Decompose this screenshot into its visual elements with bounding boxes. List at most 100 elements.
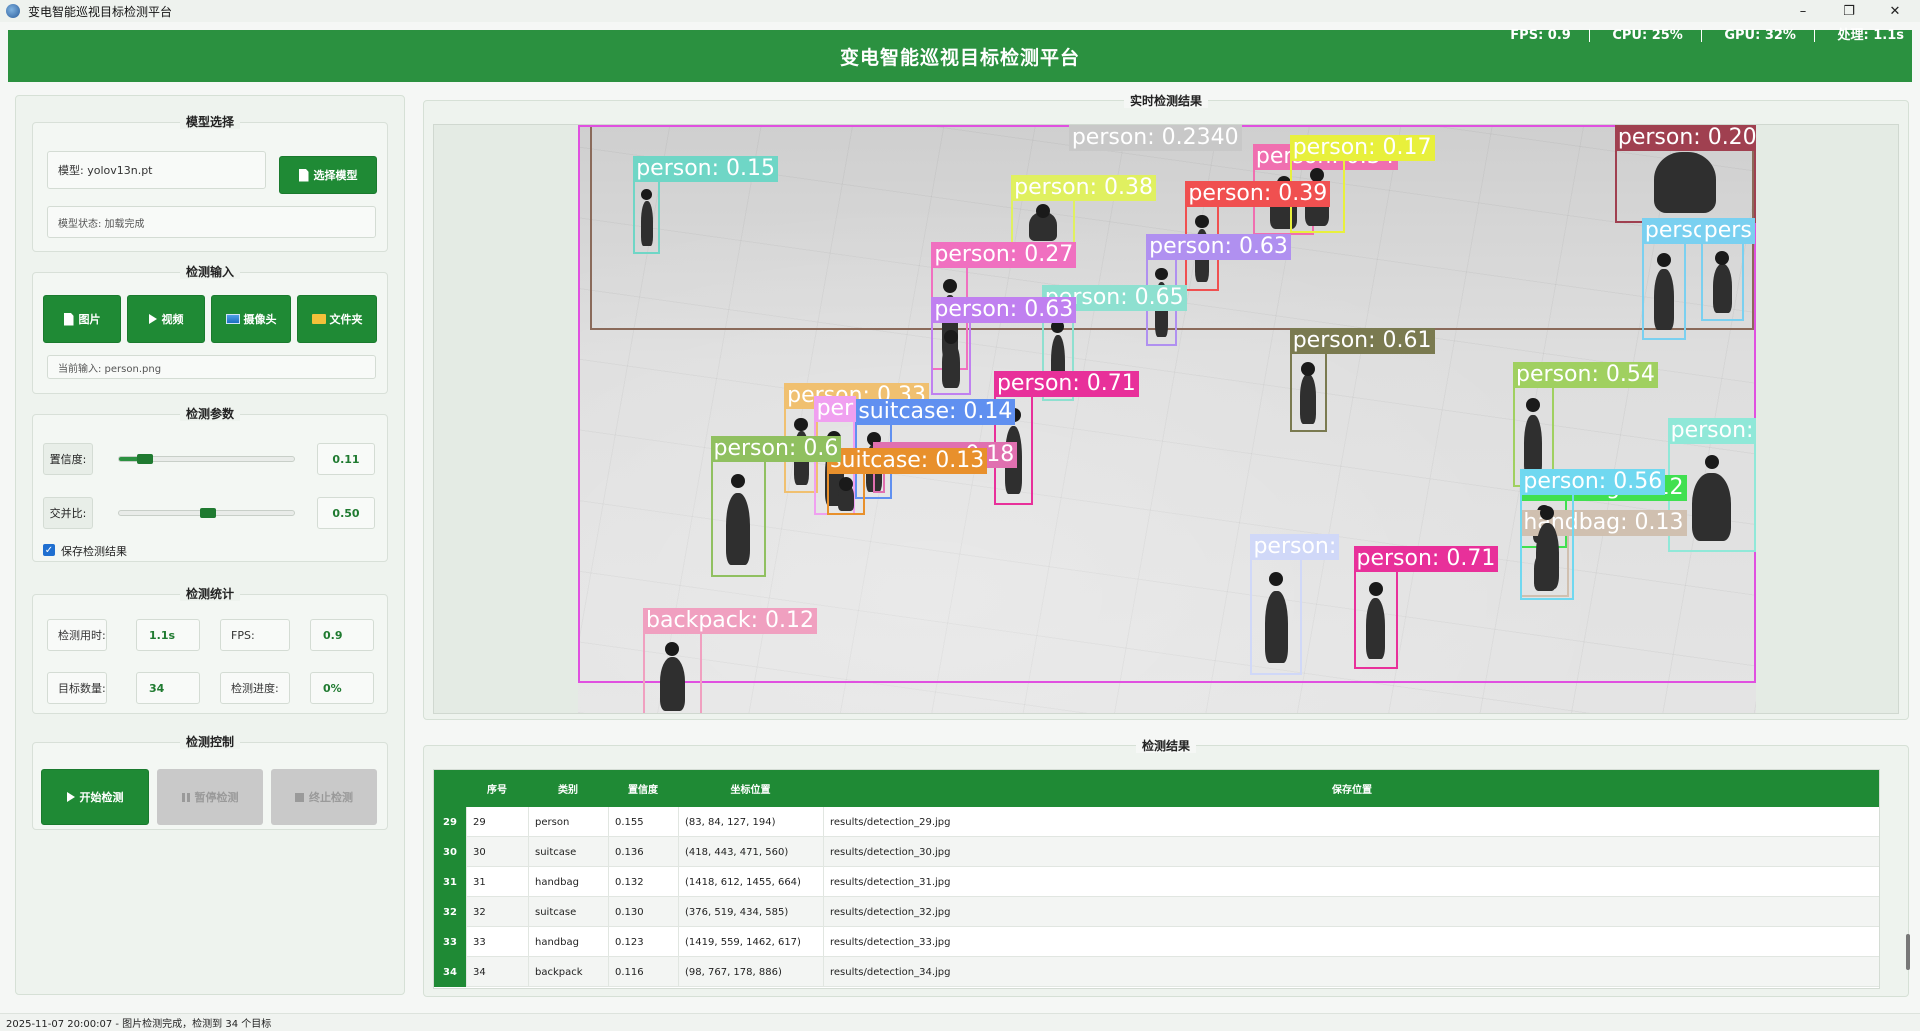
cell-class: suitcase — [528, 837, 608, 867]
detection-label: per — [813, 395, 857, 422]
close-button[interactable]: ✕ — [1872, 0, 1918, 22]
row-number: 31 — [434, 867, 466, 897]
model-status: 模型状态: 加载完成 — [47, 206, 376, 238]
detection-box: person: 0.71 — [1353, 546, 1499, 669]
save-results-checkbox[interactable]: ✓ — [43, 544, 55, 556]
select-model-button[interactable]: 选择模型 — [279, 156, 377, 194]
stop-detection-button[interactable]: 终止检测 — [271, 769, 377, 825]
col-header-coords[interactable]: 坐标位置 — [678, 770, 823, 807]
cell-coords: (1418, 612, 1455, 664) — [678, 867, 823, 897]
image-icon — [63, 312, 74, 326]
detection-label: person: 0.63 — [931, 297, 1077, 324]
iou-slider-thumb[interactable] — [200, 508, 216, 518]
detection-label: person: 0.56 — [1520, 469, 1666, 496]
app-header: 变电智能巡视目标检测平台 FPS: 0.9 CPU: 25% GPU: 32% … — [8, 28, 1912, 82]
cell-class: handbag — [528, 867, 608, 897]
detection-label: person: 0.27 — [931, 242, 1077, 269]
stats-section-title: 检测统计 — [179, 587, 240, 601]
detection-box: person: 0.6 — [710, 435, 842, 577]
camera-input-button[interactable]: 摄像头 — [211, 295, 291, 343]
video-input-button[interactable]: 视频 — [127, 295, 205, 343]
row-number: 30 — [434, 837, 466, 867]
detection-box: person: 0.56 — [1520, 469, 1666, 600]
image-input-button[interactable]: 图片 — [43, 295, 121, 343]
confidence-slider-thumb[interactable] — [137, 454, 153, 464]
detection-label: person: 0.71 — [993, 370, 1139, 397]
cell-index: 31 — [466, 867, 528, 897]
detection-box: person: — [1250, 534, 1340, 675]
detection-label: person: 0.20 — [1614, 125, 1756, 151]
detection-box: persc — [1641, 217, 1708, 340]
row-number: 33 — [434, 927, 466, 957]
window-title: 变电智能巡视目标检测平台 — [28, 4, 173, 19]
table-row[interactable]: 29 29 person 0.155 (83, 84, 127, 194) results… — [434, 807, 1879, 837]
pause-detection-label: 暂停检测 — [194, 791, 239, 804]
realtime-view: person: 0.2340 person: 0.20 person: 0.15 pe… — [433, 124, 1899, 714]
control-group: 检测控制 开始检测 暂停检测 终止检测 — [32, 735, 388, 830]
row-number: 34 — [434, 957, 466, 987]
start-detection-button[interactable]: 开始检测 — [41, 769, 149, 825]
folder-icon — [311, 314, 326, 324]
results-table: 序号 类别 置信度 坐标位置 保存位置 29 29 person 0.155 (83, … — [433, 769, 1880, 989]
col-header-path[interactable]: 保存位置 — [823, 770, 1879, 807]
table-row[interactable]: 33 33 handbag 0.123 (1419, 559, 1462, 617) re… — [434, 927, 1879, 957]
minimize-button[interactable]: – — [1780, 0, 1826, 22]
results-panel: 检测结果 序号 类别 置信度 坐标位置 保存位置 29 29 person 0.155… — [423, 739, 1909, 997]
detection-label: backpack: 0.12 — [643, 607, 817, 634]
confidence-slider[interactable] — [118, 454, 295, 464]
detection-box: person: 0.38 — [1011, 174, 1156, 246]
image-input-label: 图片 — [78, 313, 101, 326]
pause-icon — [181, 792, 190, 802]
iou-slider[interactable] — [118, 508, 295, 518]
play-icon — [66, 792, 75, 802]
window-titlebar: 变电智能巡视目标检测平台 – ❐ ✕ — [0, 0, 1920, 22]
folder-input-button[interactable]: 文件夹 — [297, 295, 377, 343]
detection-box: person: 0.63 — [931, 297, 1077, 395]
table-row[interactable]: 34 34 backpack 0.116 (98, 767, 178, 886) resu… — [434, 957, 1879, 987]
cell-path: results/detection_29.jpg — [823, 807, 1879, 837]
cell-path: results/detection_30.jpg — [823, 837, 1879, 867]
row-number: 32 — [434, 897, 466, 927]
detection-label: person: 0.15 — [633, 156, 779, 183]
detection-label: person: 0.39 — [1185, 180, 1331, 207]
detection-box: person: 0.61 — [1289, 328, 1435, 432]
table-scrollbar[interactable] — [1906, 934, 1910, 970]
table-row[interactable]: 30 30 suitcase 0.136 (418, 443, 471, 560) res… — [434, 837, 1879, 867]
detection-box: backpack: 0.12 — [643, 607, 817, 713]
detection-label: person: 0.63 — [1146, 233, 1291, 260]
maximize-button[interactable]: ❐ — [1826, 0, 1872, 22]
confidence-value[interactable]: 0.11 — [317, 443, 375, 475]
confidence-label: 置信度: — [43, 443, 93, 475]
table-row[interactable]: 31 31 handbag 0.132 (1418, 612, 1455, 664) re… — [434, 867, 1879, 897]
col-header-class[interactable]: 类别 — [528, 770, 608, 807]
cell-index: 32 — [466, 897, 528, 927]
fps-value: 0.9 — [310, 619, 374, 651]
cell-coords: (1419, 559, 1462, 617) — [678, 927, 823, 957]
video-input-label: 视频 — [161, 313, 184, 326]
cell-class: backpack — [528, 957, 608, 987]
detection-label: person: 0.54 — [1513, 362, 1658, 389]
model-section-title: 模型选择 — [179, 115, 240, 129]
select-model-label: 选择模型 — [313, 169, 358, 182]
pause-detection-button[interactable]: 暂停检测 — [157, 769, 263, 825]
col-header-confidence[interactable]: 置信度 — [608, 770, 678, 807]
scene-region-box — [578, 125, 1756, 684]
status-bar: 2025-11-07 20:00:07 - 图片检测完成，检测到 34 个目标 — [0, 1013, 1920, 1031]
table-row[interactable]: 32 32 suitcase 0.130 (376, 519, 434, 585) res… — [434, 897, 1879, 927]
header-stat-cpu: CPU: 25% — [1612, 28, 1683, 43]
cell-class: suitcase — [528, 897, 608, 927]
detection-box: pers — [1700, 217, 1755, 322]
cell-confidence: 0.155 — [608, 807, 678, 837]
col-header-index[interactable]: 序号 — [466, 770, 528, 807]
play-icon — [148, 314, 157, 324]
progress-value: 0% — [310, 672, 374, 704]
realtime-title: 实时检测结果 — [1123, 94, 1208, 108]
detection-label: person: 0.2340 — [1068, 125, 1242, 151]
detection-label: person: 0.61 — [1289, 328, 1435, 354]
iou-label: 交并比: — [43, 497, 93, 529]
cell-coords: (376, 519, 434, 585) — [678, 897, 823, 927]
cell-index: 34 — [466, 957, 528, 987]
detection-box: suitcase: 0.13 — [827, 448, 988, 516]
iou-value[interactable]: 0.50 — [317, 497, 375, 529]
detection-label: suitcase: 0.14 — [855, 399, 1016, 426]
